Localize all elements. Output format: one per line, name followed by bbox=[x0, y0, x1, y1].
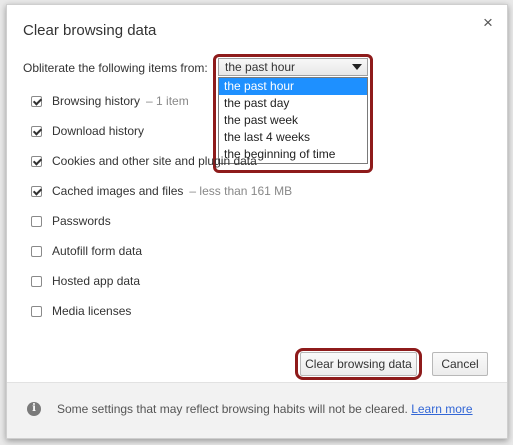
cookies-checkbox[interactable] bbox=[31, 155, 42, 167]
clear-browsing-data-button[interactable]: Clear browsing data bbox=[300, 352, 417, 376]
option-past-day[interactable]: the past day bbox=[219, 95, 367, 112]
time-range-select[interactable]: the past hour bbox=[218, 58, 368, 76]
item-cookies[interactable]: Cookies and other site and plugin data bbox=[31, 153, 257, 169]
hosted-app-data-label: Hosted app data bbox=[52, 274, 141, 288]
cached-images-detail: – less than 161 MB bbox=[189, 184, 293, 198]
hosted-app-data-checkbox[interactable] bbox=[31, 275, 42, 287]
browsing-history-checkbox[interactable] bbox=[31, 95, 42, 107]
option-past-week[interactable]: the past week bbox=[219, 112, 367, 129]
item-passwords[interactable]: Passwords bbox=[31, 213, 111, 229]
item-hosted-app-data[interactable]: Hosted app data bbox=[31, 273, 140, 289]
browsing-history-detail: – 1 item bbox=[146, 94, 189, 108]
passwords-checkbox[interactable] bbox=[31, 215, 42, 227]
cached-images-label: Cached images and files bbox=[52, 184, 184, 198]
download-history-label: Download history bbox=[52, 124, 145, 138]
footer-note: Some settings that may reflect browsing … bbox=[57, 402, 473, 416]
download-history-checkbox[interactable] bbox=[31, 125, 42, 137]
media-licenses-label: Media licenses bbox=[52, 304, 132, 318]
item-cached-images[interactable]: Cached images and files – less than 161 … bbox=[31, 183, 292, 199]
dialog-footer: i Some settings that may reflect browsin… bbox=[7, 382, 507, 438]
clear-browsing-data-dialog: Clear browsing data × Obliterate the fol… bbox=[6, 4, 508, 439]
cookies-label: Cookies and other site and plugin data bbox=[52, 154, 257, 168]
item-browsing-history[interactable]: Browsing history – 1 item bbox=[31, 93, 189, 109]
passwords-label: Passwords bbox=[52, 214, 111, 228]
option-last-4-weeks[interactable]: the last 4 weeks bbox=[219, 129, 367, 146]
autofill-label: Autofill form data bbox=[52, 244, 143, 258]
close-icon[interactable]: × bbox=[479, 14, 497, 32]
autofill-checkbox[interactable] bbox=[31, 245, 42, 257]
item-autofill[interactable]: Autofill form data bbox=[31, 243, 142, 259]
cancel-button[interactable]: Cancel bbox=[432, 352, 488, 376]
time-range-options-list: the past hour the past day the past week… bbox=[218, 77, 368, 164]
item-media-licenses[interactable]: Media licenses bbox=[31, 303, 131, 319]
dropdown-arrow-icon bbox=[352, 64, 362, 70]
item-download-history[interactable]: Download history bbox=[31, 123, 144, 139]
media-licenses-checkbox[interactable] bbox=[31, 305, 42, 317]
browsing-history-label: Browsing history bbox=[52, 94, 141, 108]
time-range-selected-value: the past hour bbox=[225, 60, 296, 74]
cached-images-checkbox[interactable] bbox=[31, 185, 42, 197]
info-icon: i bbox=[27, 402, 41, 416]
learn-more-link[interactable]: Learn more bbox=[411, 402, 472, 416]
option-past-hour[interactable]: the past hour bbox=[219, 78, 367, 95]
footer-note-text: Some settings that may reflect browsing … bbox=[57, 402, 408, 416]
dialog-title: Clear browsing data bbox=[23, 22, 157, 39]
time-range-label: Obliterate the following items from: bbox=[23, 61, 208, 75]
